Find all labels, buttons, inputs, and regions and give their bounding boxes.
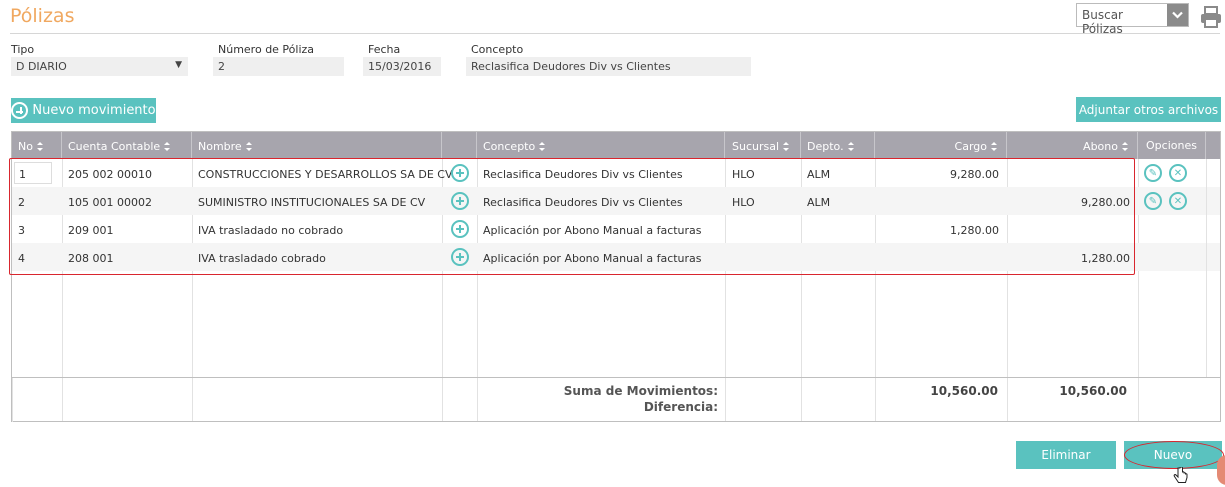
search-polizas-dropdown[interactable]: Buscar Pólizas: [1076, 3, 1189, 36]
highlight-nuevo-annotation: [1124, 441, 1224, 469]
col-header-opciones: Opciones: [1138, 132, 1206, 159]
print-icon[interactable]: [1200, 6, 1222, 28]
sort-icon: [539, 142, 546, 151]
col-header-concepto-label: Concepto: [483, 140, 536, 153]
col-header-cargo[interactable]: Cargo: [875, 132, 1007, 159]
col-header-no-label: No: [18, 140, 33, 153]
col-header-cuenta-label: Cuenta Contable: [68, 140, 161, 153]
nuevo-movimiento-label: Nuevo movimiento: [32, 103, 156, 118]
sort-icon: [847, 142, 855, 151]
sort-icon: [245, 142, 253, 151]
col-header-no[interactable]: No: [12, 132, 62, 159]
col-header-add: [442, 132, 477, 159]
caret-down-icon: ▼: [175, 60, 182, 70]
suma-cargo: 10,560.00: [930, 384, 998, 398]
edit-pencil-icon[interactable]: ✎: [1144, 164, 1162, 182]
grid-footer: Suma de Movimientos: Diferencia: 10,560.…: [12, 377, 1220, 422]
col-header-abono-label: Abono: [1083, 140, 1118, 153]
suma-movimientos-label: Suma de Movimientos:: [563, 384, 718, 398]
concepto-value: Reclasifica Deudores Div vs Clientes: [471, 60, 671, 73]
col-header-cuenta[interactable]: Cuenta Contable: [62, 132, 192, 159]
delete-x-icon[interactable]: ✕: [1169, 164, 1187, 182]
vertical-scrollbar[interactable]: [1206, 159, 1221, 377]
search-polizas-label: Buscar Pólizas: [1082, 8, 1123, 36]
concepto-field[interactable]: Reclasifica Deudores Div vs Clientes: [466, 57, 751, 76]
grid-header: No Cuenta Contable Nombre Concepto Sucur…: [12, 132, 1220, 159]
col-header-depto[interactable]: Depto.: [801, 132, 875, 159]
fecha-label: Fecha: [368, 43, 401, 56]
chevron-down-icon[interactable]: [1167, 4, 1188, 26]
fecha-value: 15/03/2016: [368, 60, 432, 73]
col-header-depto-label: Depto.: [807, 140, 844, 153]
col-header-cargo-label: Cargo: [954, 140, 987, 153]
fecha-field[interactable]: 15/03/2016: [363, 57, 441, 76]
col-header-abono[interactable]: Abono: [1007, 132, 1138, 159]
numero-poliza-label: Número de Póliza: [218, 43, 315, 56]
header-divider: [10, 33, 1220, 34]
tipo-label: Tipo: [11, 43, 35, 56]
nuevo-movimiento-button[interactable]: Nuevo movimiento: [11, 98, 156, 123]
col-header-sucursal-label: Sucursal: [732, 140, 780, 153]
delete-x-icon[interactable]: ✕: [1169, 192, 1187, 210]
sort-icon: [991, 142, 998, 151]
tipo-select[interactable]: D DIARIO ▼: [11, 57, 188, 76]
col-header-sucursal[interactable]: Sucursal: [725, 132, 801, 159]
diferencia-label: Diferencia:: [643, 400, 718, 414]
tipo-value: D DIARIO: [16, 60, 67, 73]
hand-cursor-icon: [1173, 467, 1188, 483]
eliminar-button[interactable]: Eliminar: [1016, 441, 1116, 469]
footer-divider: [12, 378, 13, 422]
col-header-nombre[interactable]: Nombre: [192, 132, 442, 159]
page-title: Pólizas: [10, 5, 75, 27]
numero-poliza-value: 2: [218, 60, 225, 73]
sort-icon: [36, 142, 44, 151]
plus-circle-icon: [11, 102, 29, 119]
suma-abono: 10,560.00: [1059, 384, 1127, 398]
sort-icon: [164, 142, 171, 151]
col-header-nombre-label: Nombre: [198, 140, 242, 153]
sort-icon: [1122, 142, 1129, 151]
numero-poliza-field[interactable]: 2: [213, 57, 344, 76]
concepto-label: Concepto: [471, 43, 524, 56]
sort-icon: [783, 142, 790, 151]
decorative-corner: [1217, 455, 1225, 485]
edit-pencil-icon[interactable]: ✎: [1144, 192, 1162, 210]
adjuntar-archivos-button[interactable]: Adjuntar otros archivos: [1076, 97, 1221, 122]
col-header-concepto[interactable]: Concepto: [477, 132, 725, 159]
highlight-rows-annotation: [9, 158, 1135, 275]
